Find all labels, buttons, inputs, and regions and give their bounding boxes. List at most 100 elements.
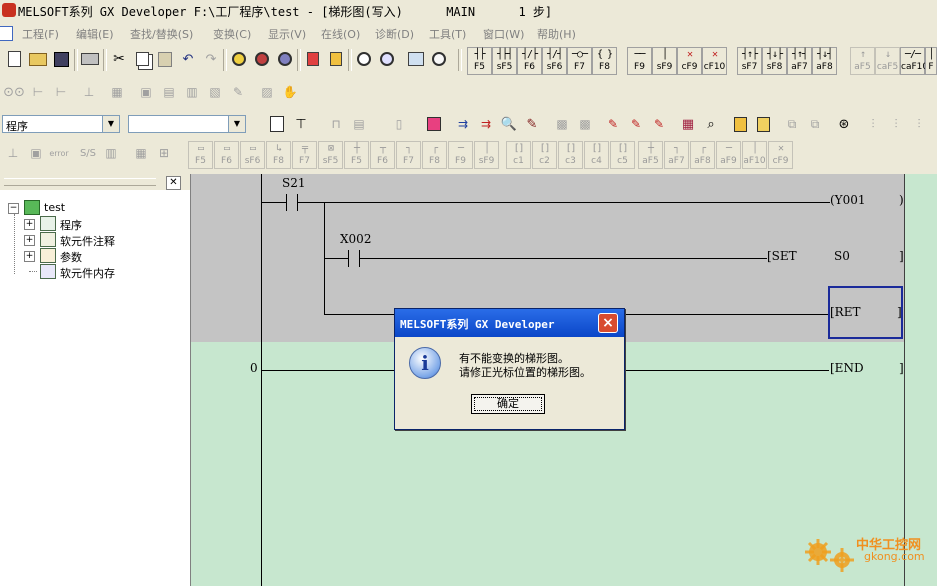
zoom-ladder-icon[interactable]: 🔍 [498,112,520,136]
sfc-key-c2[interactable]: [] c2 [532,141,557,169]
device-search-icon[interactable] [228,47,250,71]
application-instruction-button[interactable]: { } F8 [592,47,617,75]
sfc-key-f5b[interactable]: ┼ F5 [344,141,369,169]
search-contact-icon[interactable]: ⊢ [27,80,49,104]
device-memory-icon[interactable] [752,112,774,136]
open-folder-icon[interactable] [27,47,49,71]
list-display-icon[interactable]: ▤ [348,112,370,136]
program-combo[interactable]: 程序 ▼ [2,115,120,133]
error-icon[interactable]: error [48,141,70,165]
sfc-key-f7[interactable]: ╤ F7 [292,141,317,169]
menu-window[interactable]: 窗口(W) [483,26,524,42]
sampling-trace-icon[interactable]: ⫶ [885,112,907,136]
cross-reference-icon[interactable]: ⊥ [78,80,100,104]
menu-online[interactable]: 在线(O) [321,26,360,42]
sfc-key-sf6[interactable]: ▭ sF6 [240,141,265,169]
sfc-key-f9[interactable]: ─ F9 [448,141,473,169]
program-check-icon[interactable] [428,47,450,71]
coil-button[interactable]: ─○─ F7 [567,47,592,75]
sfc-grid-icon[interactable]: ▦ [130,141,152,165]
closed-contact-button[interactable]: ┤/├ F6 [517,47,542,75]
sfc-key-c4[interactable]: [] c4 [584,141,609,169]
copy-icon[interactable] [131,47,153,71]
chevron-down-icon[interactable]: ▼ [228,116,245,132]
sfc-key-af8[interactable]: ┌ aF8 [690,141,715,169]
sfc-key-c3[interactable]: [] c3 [558,141,583,169]
sfc-key-af10[interactable]: │ aF10 [742,141,767,169]
monitor-write-icon[interactable] [376,47,398,71]
comment-batch-icon[interactable]: ▩ [574,112,596,136]
monitor-icon[interactable] [353,47,375,71]
sfc-key-af7[interactable]: ┐ aF7 [664,141,689,169]
menu-diagnostics[interactable]: 诊断(D) [375,26,414,42]
rising-edge-contact-button[interactable]: ┤↑├ sF7 [737,47,762,75]
open-contact-button[interactable]: ┤├ F5 [467,47,492,75]
convert-icon[interactable]: ✎ [602,112,624,136]
list-view-icon[interactable]: ▤ [158,80,180,104]
sfc-key-f6[interactable]: ▭ F6 [214,141,239,169]
split-view-icon[interactable]: ▯ [388,112,410,136]
expand-icon[interactable]: + [24,235,35,246]
note-edit-icon[interactable]: ✎ [227,80,249,104]
redo-icon[interactable]: ↷ [200,47,222,71]
sfc-key-af9[interactable]: ─ aF9 [716,141,741,169]
cut-icon[interactable]: ✂ [108,47,130,71]
ok-button[interactable]: 确定 [471,394,545,414]
monitor-mode-icon[interactable]: ⊛ [833,112,855,136]
document-icon[interactable] [0,26,13,41]
sfc-key-sf5[interactable]: ⊠ sF5 [318,141,343,169]
horizontal-line-button[interactable]: ── F9 [627,47,652,75]
ladder-tree-icon[interactable]: ⊤ [290,112,312,136]
sfc-key-f8b[interactable]: ┌ F8 [422,141,447,169]
dialog-title-bar[interactable]: MELSOFT系列 GX Developer × [395,309,624,337]
hand-icon[interactable]: ✋ [279,80,301,104]
expand-icon[interactable]: + [24,219,35,230]
read-plc-icon[interactable] [325,47,347,71]
collapse-icon[interactable]: − [8,203,19,214]
ladder-edit-icon[interactable]: ⇉ [452,112,474,136]
more-ladder-button[interactable]: │ F [925,47,937,75]
device-display-icon[interactable]: ⊓ [325,112,347,136]
binoculars-icon[interactable]: ⊙⊙ [3,80,25,104]
falling-edge-contact-button[interactable]: ┤↓├ sF8 [762,47,787,75]
search-coil-icon[interactable]: ⊢ [50,80,72,104]
expand-icon[interactable]: + [24,251,35,262]
step-search-icon[interactable] [274,47,296,71]
sfc-key-f7b[interactable]: ┐ F7 [396,141,421,169]
chevron-down-icon[interactable]: ▼ [102,116,119,132]
parallel-rising-edge-button[interactable]: ┤↑┤ aF7 [787,47,812,75]
device-table-icon[interactable]: ▦ [677,112,699,136]
parallel-falling-edge-button[interactable]: ┤↓┤ aF8 [812,47,837,75]
menu-convert[interactable]: 变换(C) [213,26,251,42]
save-icon[interactable] [50,47,72,71]
app-icon[interactable] [2,3,16,17]
pane-grip[interactable] [4,178,156,186]
sfc-key-af5[interactable]: ┼ aF5 [638,141,663,169]
sfc-key-c1[interactable]: [] c1 [506,141,531,169]
entry-monitor-icon[interactable]: ⫶ [908,112,930,136]
menu-tools[interactable]: 工具(T) [429,26,466,42]
sfc-jump-icon[interactable]: ▥ [100,141,122,165]
write-plc-icon[interactable] [302,47,324,71]
sfc-step-icon[interactable]: ⊥ [2,141,24,165]
paste-icon[interactable] [154,47,176,71]
sfc-key-cf9[interactable]: ✕ cF9 [768,141,793,169]
device-usage-icon[interactable]: ▦ [106,80,128,104]
close-icon[interactable]: ✕ [166,176,181,190]
invert-result-button[interactable]: ─/─ caF10 [900,47,928,75]
sfc-key-f5[interactable]: ▭ F5 [188,141,213,169]
window-cascade-icon[interactable]: ⧉ [804,112,826,136]
statement-edit-icon[interactable]: ▧ [204,80,226,104]
comment-display-icon[interactable] [266,112,288,136]
parallel-open-contact-button[interactable]: ┤├┤ sF5 [492,47,517,75]
window-tile-icon[interactable]: ⧉ [781,112,803,136]
timing-chart-icon[interactable]: ⫶ [862,112,884,136]
sfc-key-c5[interactable]: [] c5 [610,141,635,169]
operation-result-falling-button[interactable]: ↓ caF5 [875,47,900,75]
vertical-line-button[interactable]: │ sF9 [652,47,677,75]
sfc-transition-icon[interactable]: S/S [77,141,99,165]
sfc-branch-icon[interactable]: ⊞ [153,141,175,165]
new-file-icon[interactable] [3,47,25,71]
undo-icon[interactable]: ↶ [177,47,199,71]
print-icon[interactable] [79,47,101,71]
